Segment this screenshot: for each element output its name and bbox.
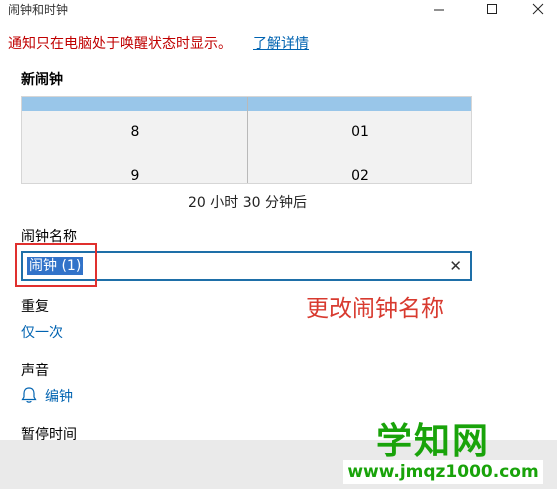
clear-icon[interactable]: ✕ <box>449 257 462 275</box>
new-alarm-heading: 新闹钟 <box>21 72 63 88</box>
annotation-text: 更改闹钟名称 <box>306 296 444 322</box>
alarm-duration-text: 20 小时 30 分钟后 <box>188 195 307 211</box>
window-title: 闹钟和时钟 <box>8 3 69 17</box>
minute-option[interactable]: 01 <box>351 124 369 140</box>
sound-selector[interactable] <box>21 386 37 408</box>
learn-more-link[interactable]: 了解详情 <box>253 33 309 53</box>
watermark-url: www.jmqz1000.com <box>343 460 543 484</box>
repeat-label: 重复 <box>21 299 49 315</box>
maximize-icon <box>487 4 497 14</box>
hour-option[interactable]: 8 <box>131 124 140 140</box>
time-picker[interactable]: 8 9 01 02 <box>21 96 472 184</box>
close-icon <box>532 3 544 15</box>
picker-divider <box>247 97 248 183</box>
minute-option[interactable]: 02 <box>351 168 369 184</box>
minimize-icon <box>434 9 444 11</box>
maximize-button[interactable] <box>473 0 511 18</box>
notification-notice: 通知只在电脑处于唤醒状态时显示。 <box>8 36 232 52</box>
sound-label: 声音 <box>21 363 49 379</box>
hour-option[interactable]: 9 <box>131 168 140 184</box>
minimize-button[interactable] <box>420 0 458 18</box>
close-button[interactable] <box>519 0 557 18</box>
repeat-value[interactable]: 仅一次 <box>21 322 63 342</box>
title-bar: 闹钟和时钟 <box>0 0 557 20</box>
sound-value[interactable]: 编钟 <box>45 386 73 406</box>
highlight-box <box>15 243 97 287</box>
watermark-logo: 学知网 <box>376 421 491 462</box>
bell-icon <box>21 387 37 403</box>
